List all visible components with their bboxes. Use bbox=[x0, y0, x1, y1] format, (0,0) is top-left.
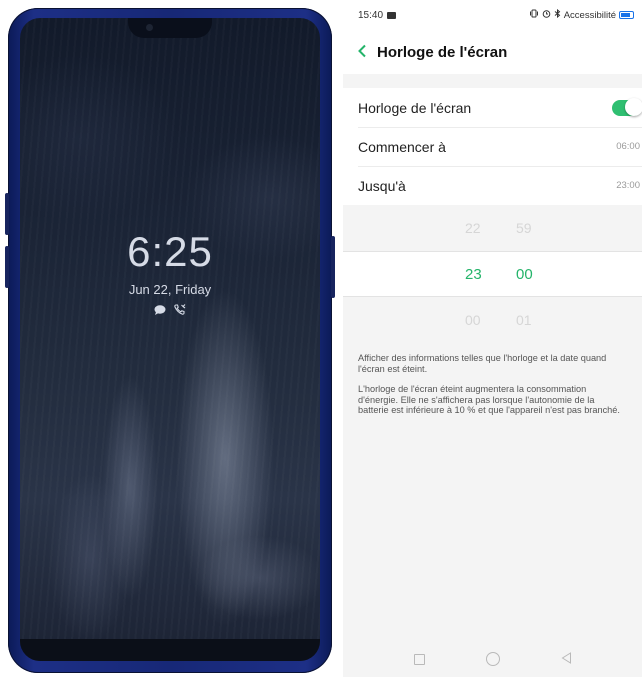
picker-minute-selected[interactable]: 00 bbox=[516, 266, 533, 283]
phone-photo: 6:25 Jun 22, Friday bbox=[5, 8, 335, 673]
lock-screen: 6:25 Jun 22, Friday bbox=[20, 18, 320, 661]
time-picker[interactable]: 22 59 23 00 00 01 bbox=[343, 205, 642, 343]
page-title: Horloge de l'écran bbox=[377, 43, 508, 61]
back-arrow-icon[interactable] bbox=[357, 43, 367, 61]
home-icon[interactable] bbox=[485, 652, 500, 666]
picker-row-selected[interactable]: 23 00 bbox=[343, 251, 642, 297]
start-time-row[interactable]: Commencer à 06:00 bbox=[343, 127, 642, 166]
picker-minute-prev[interactable]: 59 bbox=[516, 220, 532, 236]
lockscreen-clock: 6:25 bbox=[127, 228, 213, 275]
app-header: Horloge de l'écran bbox=[343, 30, 642, 74]
status-time: 15:40 bbox=[358, 9, 384, 21]
description-paragraph-2: L'horloge de l'écran éteint augmentera l… bbox=[358, 384, 620, 415]
end-time-label: Jusqu'à bbox=[358, 177, 406, 194]
picker-hour-next[interactable]: 00 bbox=[465, 312, 481, 328]
start-time-value: 06:00 bbox=[616, 141, 640, 152]
screen-bottom-bezel bbox=[20, 639, 320, 661]
volume-down-button bbox=[5, 246, 9, 288]
status-bar: 15:40 Accessibilité bbox=[343, 0, 642, 30]
picker-hour-prev[interactable]: 22 bbox=[465, 220, 481, 236]
picker-minute-next[interactable]: 01 bbox=[516, 312, 532, 328]
picker-row-prev[interactable]: 22 59 bbox=[343, 205, 642, 251]
screen-clock-toggle-label: Horloge de l'écran bbox=[358, 99, 472, 116]
start-time-label: Commencer à bbox=[358, 138, 446, 155]
navigation-bar bbox=[343, 641, 642, 677]
notch bbox=[128, 18, 212, 38]
accessibility-label: Accessibilité bbox=[563, 9, 616, 21]
missed-call-icon bbox=[174, 304, 186, 318]
power-button bbox=[331, 236, 335, 298]
lockscreen-date: Jun 22, Friday bbox=[128, 282, 212, 297]
picker-hour-selected[interactable]: 23 bbox=[465, 266, 482, 283]
back-triangle-icon[interactable] bbox=[561, 652, 572, 666]
vibrate-icon bbox=[529, 9, 539, 21]
bluetooth-icon bbox=[554, 8, 561, 21]
volume-up-button bbox=[5, 193, 9, 235]
screen-clock-toggle[interactable] bbox=[612, 97, 642, 116]
recent-apps-icon[interactable] bbox=[413, 653, 425, 665]
alarm-icon bbox=[542, 9, 551, 21]
picker-row-next[interactable]: 00 01 bbox=[343, 297, 642, 343]
screen-clock-toggle-row[interactable]: Horloge de l'écran bbox=[343, 88, 642, 127]
settings-screen: 15:40 Accessibilité Horloge de l'écran H… bbox=[343, 0, 642, 677]
lockscreen-notification-icons bbox=[20, 304, 320, 318]
battery-icon bbox=[619, 11, 634, 19]
front-camera bbox=[146, 24, 153, 31]
image-icon bbox=[387, 11, 397, 19]
description-paragraph-1: Afficher des informations telles que l'h… bbox=[358, 353, 607, 374]
chat-bubble-icon bbox=[154, 304, 166, 318]
end-time-value: 23:00 bbox=[616, 180, 640, 191]
description: Afficher des informations telles que l'h… bbox=[343, 343, 642, 416]
end-time-row[interactable]: Jusqu'à 23:00 bbox=[343, 166, 642, 205]
